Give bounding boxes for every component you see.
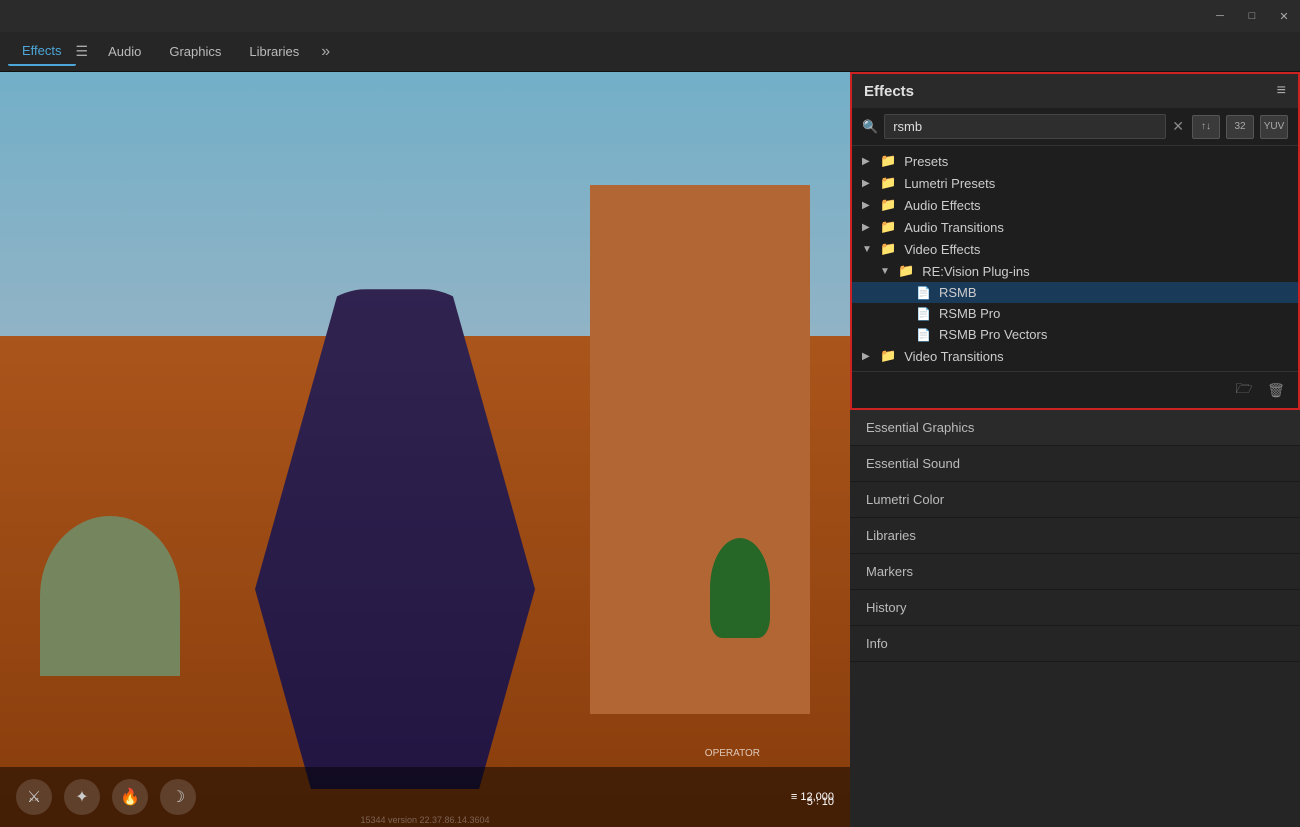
maximize-button[interactable]: □ bbox=[1244, 8, 1260, 24]
folder-icon-audio-transitions: 📁 bbox=[880, 219, 896, 235]
folder-icon-presets: 📁 bbox=[880, 153, 896, 169]
tree-arrow-revision: ▼ bbox=[880, 266, 894, 277]
tab-bar: Effects ☰ Audio Graphics Libraries » bbox=[0, 32, 1300, 72]
panel-list: Essential Graphics Essential Sound Lumet… bbox=[850, 410, 1300, 827]
tree-item-revision-plugins[interactable]: ▼ 📁 RE:Vision Plug-ins bbox=[852, 260, 1298, 282]
search-icons-right: ↑↓ 32 YUV bbox=[1192, 115, 1288, 139]
tree-label-video-effects: Video Effects bbox=[904, 242, 980, 257]
scene-overlay bbox=[0, 72, 850, 827]
tree-arrow-lumetri: ▶ bbox=[862, 178, 876, 189]
tree-label-rsmb-pro: RSMB Pro bbox=[939, 306, 1000, 321]
tab-audio[interactable]: Audio bbox=[94, 38, 155, 65]
new-folder-button[interactable]: 🗁 bbox=[1232, 378, 1256, 402]
32bit-icon-btn[interactable]: 32 bbox=[1226, 115, 1254, 139]
effects-panel-menu-icon[interactable]: ≡ bbox=[1277, 82, 1286, 100]
close-button[interactable]: ✕ bbox=[1276, 8, 1292, 24]
effect-icon-rsmb: 📄 bbox=[916, 286, 931, 300]
tree-label-lumetri-presets: Lumetri Presets bbox=[904, 176, 995, 191]
tree-item-rsmb-pro[interactable]: ▶ 📄 RSMB Pro bbox=[852, 303, 1298, 324]
hud-icon-3: 🔥 bbox=[112, 779, 148, 815]
minimize-button[interactable]: ─ bbox=[1212, 8, 1228, 24]
panel-list-item-libraries[interactable]: Libraries bbox=[850, 518, 1300, 554]
tab-effects[interactable]: Effects bbox=[8, 37, 76, 66]
search-input[interactable] bbox=[884, 114, 1166, 139]
effects-panel: Effects ≡ 🔍 ✕ ↑↓ 32 YUV ▶ 📁 bbox=[850, 72, 1300, 410]
panel-list-item-essential-graphics[interactable]: Essential Graphics bbox=[850, 410, 1300, 446]
panel-list-item-lumetri-color[interactable]: Lumetri Color bbox=[850, 482, 1300, 518]
tree-label-rsmb: RSMB bbox=[939, 285, 977, 300]
folder-icon-revision: 📁 bbox=[898, 263, 914, 279]
tree-label-revision-plugins: RE:Vision Plug-ins bbox=[922, 264, 1029, 279]
hud-operator-label: OPERATOR bbox=[705, 748, 760, 759]
folder-icon-video-transitions: 📁 bbox=[880, 348, 896, 364]
panel-list-item-markers[interactable]: Markers bbox=[850, 554, 1300, 590]
tree-label-presets: Presets bbox=[904, 154, 948, 169]
tree-item-lumetri-presets[interactable]: ▶ 📁 Lumetri Presets bbox=[852, 172, 1298, 194]
delete-button[interactable]: 🗑 bbox=[1264, 378, 1288, 402]
tree-item-video-transitions[interactable]: ▶ 📁 Video Transitions bbox=[852, 345, 1298, 367]
effects-tree: ▶ 📁 Presets ▶ 📁 Lumetri Presets ▶ 📁 Audi… bbox=[852, 146, 1298, 371]
tree-label-audio-transitions: Audio Transitions bbox=[904, 220, 1004, 235]
tree-item-presets[interactable]: ▶ 📁 Presets bbox=[852, 150, 1298, 172]
video-preview: OPERATOR ⚔ ✦ 🔥 ☽ ≡ 12,000 5 ⫶ 10 15344 v… bbox=[0, 72, 850, 827]
tree-item-rsmb-pro-vectors[interactable]: ▶ 📄 RSMB Pro Vectors bbox=[852, 324, 1298, 345]
folder-icon-lumetri: 📁 bbox=[880, 175, 896, 191]
title-bar: ─ □ ✕ bbox=[0, 0, 1300, 32]
hud-icon-4: ☽ bbox=[160, 779, 196, 815]
search-clear-button[interactable]: ✕ bbox=[1172, 118, 1184, 135]
panel-list-item-history[interactable]: History bbox=[850, 590, 1300, 626]
tree-arrow-presets: ▶ bbox=[862, 156, 876, 167]
effects-bottom-bar: 🗁 🗑 bbox=[852, 371, 1298, 408]
tree-item-audio-effects[interactable]: ▶ 📁 Audio Effects bbox=[852, 194, 1298, 216]
yuv-icon-btn[interactable]: YUV bbox=[1260, 115, 1288, 139]
tree-item-video-effects[interactable]: ▼ 📁 Video Effects bbox=[852, 238, 1298, 260]
main-content: OPERATOR ⚔ ✦ 🔥 ☽ ≡ 12,000 5 ⫶ 10 15344 v… bbox=[0, 72, 1300, 827]
version-text: 15344 version 22.37.86.14.3604 bbox=[360, 815, 489, 825]
effects-menu-icon[interactable]: ☰ bbox=[76, 43, 89, 60]
hud-icon-1: ⚔ bbox=[16, 779, 52, 815]
tree-arrow-video-effects: ▼ bbox=[862, 244, 876, 255]
effect-icon-rsmb-pro: 📄 bbox=[916, 307, 931, 321]
tree-arrow-audio-effects: ▶ bbox=[862, 200, 876, 211]
effects-panel-title: Effects bbox=[864, 83, 914, 100]
effect-icon-rsmb-pro-vectors: 📄 bbox=[916, 328, 931, 342]
effects-header: Effects ≡ bbox=[852, 74, 1298, 108]
video-panel: OPERATOR ⚔ ✦ 🔥 ☽ ≡ 12,000 5 ⫶ 10 15344 v… bbox=[0, 72, 850, 827]
tree-label-video-transitions: Video Transitions bbox=[904, 349, 1004, 364]
folder-icon-audio-effects: 📁 bbox=[880, 197, 896, 213]
hud-icon-2: ✦ bbox=[64, 779, 100, 815]
tree-arrow-video-transitions: ▶ bbox=[862, 351, 876, 362]
tab-libraries[interactable]: Libraries bbox=[235, 38, 313, 65]
folder-icon-video-effects: 📁 bbox=[880, 241, 896, 257]
hud-kills: 5 ⫶ 10 bbox=[807, 796, 834, 809]
accelerate-icon-btn[interactable]: ↑↓ bbox=[1192, 115, 1220, 139]
search-icon: 🔍 bbox=[862, 119, 878, 135]
tree-label-rsmb-pro-vectors: RSMB Pro Vectors bbox=[939, 327, 1047, 342]
tab-graphics[interactable]: Graphics bbox=[155, 38, 235, 65]
search-bar: 🔍 ✕ ↑↓ 32 YUV bbox=[852, 108, 1298, 146]
tree-arrow-audio-transitions: ▶ bbox=[862, 222, 876, 233]
tree-item-audio-transitions[interactable]: ▶ 📁 Audio Transitions bbox=[852, 216, 1298, 238]
more-tabs-button[interactable]: » bbox=[313, 39, 338, 65]
panel-list-item-essential-sound[interactable]: Essential Sound bbox=[850, 446, 1300, 482]
tree-item-rsmb[interactable]: ▶ 📄 RSMB bbox=[852, 282, 1298, 303]
tree-label-audio-effects: Audio Effects bbox=[904, 198, 980, 213]
right-panel: Effects ≡ 🔍 ✕ ↑↓ 32 YUV ▶ 📁 bbox=[850, 72, 1300, 827]
panel-list-item-info[interactable]: Info bbox=[850, 626, 1300, 662]
